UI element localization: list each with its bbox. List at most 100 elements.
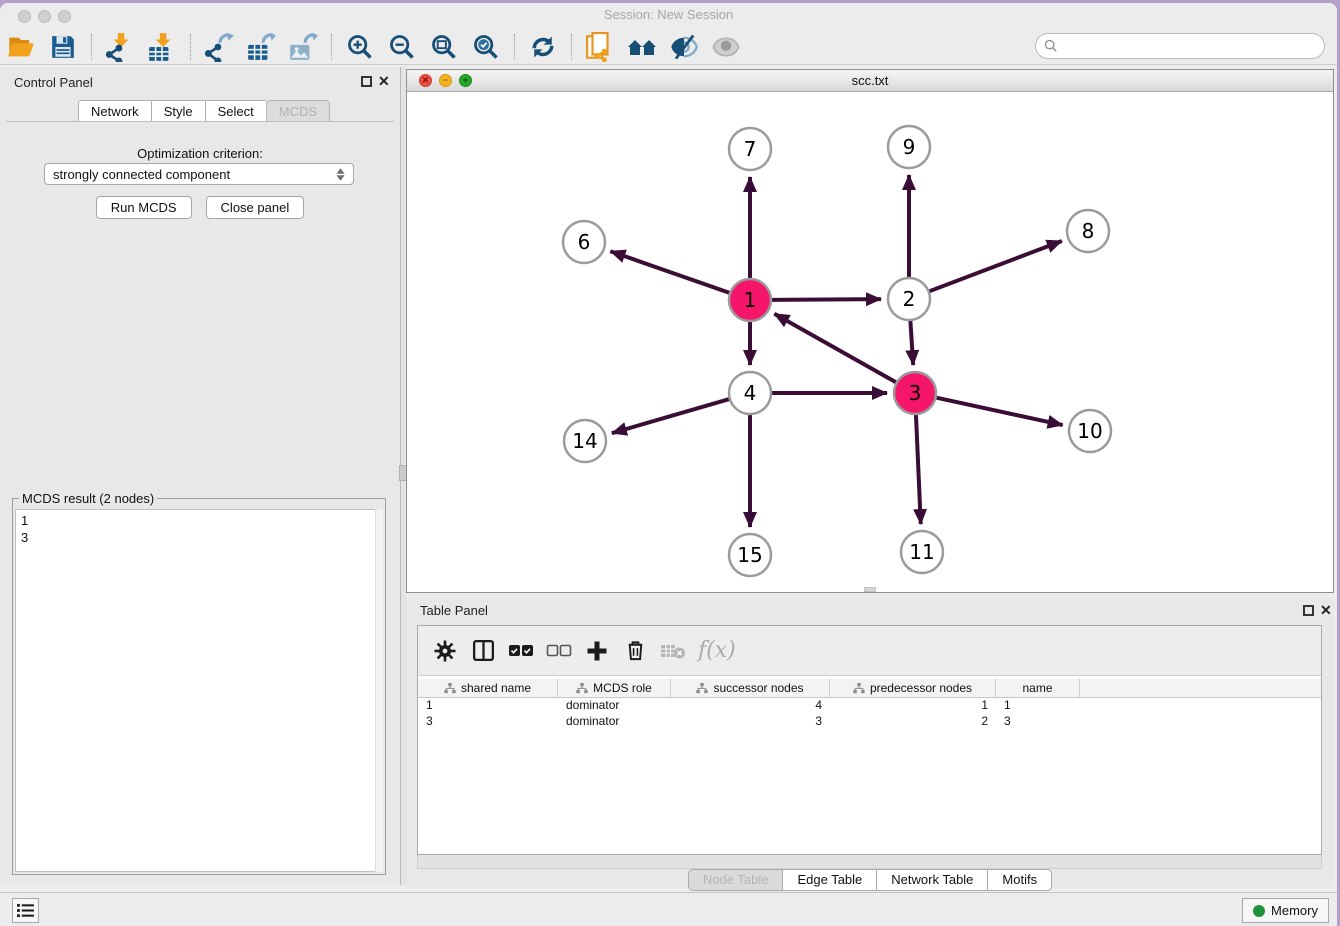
cell-shared-name: 3: [418, 714, 558, 730]
export-image-icon[interactable]: [288, 32, 318, 62]
task-history-button[interactable]: [12, 898, 39, 923]
column-header-shared-name[interactable]: shared name: [418, 679, 558, 697]
titlebar: Session: New Session: [0, 3, 1337, 29]
zoom-fit-icon[interactable]: [429, 32, 459, 62]
select-all-icon[interactable]: [506, 636, 536, 666]
cell-mcds-role: dominator: [558, 698, 671, 714]
table-float-icon[interactable]: [1303, 605, 1314, 616]
table-close-icon[interactable]: ✕: [1320, 602, 1332, 618]
tab-node-table[interactable]: Node Table: [688, 869, 784, 891]
graph-node-label-6: 6: [578, 230, 591, 254]
zoom-selected-icon[interactable]: [471, 32, 501, 62]
cell-predecessor-nodes: 2: [830, 714, 996, 730]
tab-edge-table[interactable]: Edge Table: [783, 869, 877, 891]
optimization-criterion-label: Optimization criterion:: [6, 146, 394, 161]
graph-node-label-15: 15: [737, 543, 762, 567]
graph-edge-1-2[interactable]: [772, 299, 881, 300]
network-window-titlebar[interactable]: ✕ − + scc.txt: [407, 70, 1333, 92]
result-scrollbar[interactable]: [375, 509, 383, 872]
delete-icon[interactable]: [620, 636, 650, 666]
graph-node-label-7: 7: [744, 137, 757, 161]
function-builder-icon[interactable]: f(x): [698, 638, 736, 663]
hide-selected-icon[interactable]: [669, 32, 699, 62]
tab-motifs[interactable]: Motifs: [988, 869, 1052, 891]
canvas-scroll-handle[interactable]: [864, 587, 876, 592]
graph-node-label-10: 10: [1077, 419, 1102, 443]
node-table: shared name MCDS role successor nodes pr…: [418, 679, 1321, 730]
namespace-icon: [696, 683, 708, 694]
first-neighbors-icon[interactable]: [627, 32, 657, 62]
open-session-icon[interactable]: [6, 32, 36, 62]
float-panel-icon[interactable]: [361, 76, 372, 87]
tab-network-table[interactable]: Network Table: [877, 869, 988, 891]
namespace-icon: [853, 683, 865, 694]
graph-edge-1-6[interactable]: [610, 251, 729, 293]
show-all-icon[interactable]: [711, 32, 741, 62]
table-toolbar: f(x): [418, 626, 1321, 676]
refresh-icon[interactable]: [528, 32, 558, 62]
memory-button[interactable]: Memory: [1242, 898, 1329, 923]
import-table-icon[interactable]: [147, 32, 177, 62]
search-input[interactable]: [1058, 39, 1324, 54]
control-panel: Control Panel ✕ Network Style Select MCD…: [0, 67, 400, 885]
mcds-result-line: 1: [21, 512, 377, 529]
table-panel: Table Panel ✕: [406, 598, 1334, 887]
node-table-box: f(x) shared name MCDS role successor nod…: [417, 625, 1322, 855]
close-panel-button[interactable]: Close panel: [206, 196, 305, 219]
toolbar-separator: [190, 34, 191, 60]
graph-edge-4-14[interactable]: [612, 399, 729, 433]
tab-select[interactable]: Select: [205, 100, 266, 122]
zoom-out-icon[interactable]: [387, 32, 417, 62]
network-window-title: scc.txt: [407, 73, 1333, 88]
task-list-icon: [17, 903, 34, 918]
add-column-icon[interactable]: [582, 636, 612, 666]
import-network-icon[interactable]: [105, 32, 135, 62]
column-header-mcds-role[interactable]: MCDS role: [558, 679, 671, 697]
network-canvas[interactable]: 7968124314101511: [407, 92, 1333, 592]
column-header-name[interactable]: name: [996, 679, 1080, 697]
tab-style[interactable]: Style: [151, 100, 205, 122]
cell-mcds-role: dominator: [558, 714, 671, 730]
toolbar-separator: [331, 34, 332, 60]
export-table-icon[interactable]: [246, 32, 276, 62]
table-tabs: Node Table Edge Table Network Table Moti…: [406, 869, 1334, 891]
search-icon: [1044, 39, 1058, 53]
network-graph: 7968124314101511: [407, 92, 1333, 592]
control-panel-tabs: Network Style Select MCDS: [78, 100, 330, 122]
column-header-predecessor-nodes[interactable]: predecessor nodes: [830, 679, 996, 697]
mcds-result-area[interactable]: 1 3: [15, 509, 383, 872]
toolbar-separator: [514, 34, 515, 60]
delete-table-icon[interactable]: [658, 636, 688, 666]
criterion-select[interactable]: strongly connected component: [44, 163, 354, 185]
cell-name: 1: [996, 698, 1080, 714]
export-network-icon[interactable]: [204, 32, 234, 62]
graph-edge-3-10[interactable]: [936, 398, 1062, 425]
graph-edge-2-3[interactable]: [910, 321, 913, 365]
network-from-selection-icon[interactable]: [585, 32, 615, 62]
split-columns-icon[interactable]: [468, 636, 498, 666]
namespace-icon: [444, 683, 456, 694]
tab-network[interactable]: Network: [78, 100, 151, 122]
graph-edge-2-8[interactable]: [930, 241, 1062, 291]
zoom-in-icon[interactable]: [345, 32, 375, 62]
search-box[interactable]: [1035, 33, 1325, 59]
cell-successor-nodes: 3: [671, 714, 830, 730]
graph-edge-3-11[interactable]: [916, 415, 921, 524]
column-header-successor-nodes[interactable]: successor nodes: [671, 679, 830, 697]
run-mcds-button[interactable]: Run MCDS: [96, 196, 192, 219]
main-toolbar: [0, 29, 1337, 65]
graph-edge-3-1[interactable]: [774, 314, 895, 382]
statusbar: Memory: [0, 892, 1337, 926]
node-table-header: shared name MCDS role successor nodes pr…: [418, 679, 1321, 698]
save-session-icon[interactable]: [48, 32, 78, 62]
graph-node-label-2: 2: [903, 287, 916, 311]
mcds-result-title: MCDS result (2 nodes): [19, 491, 157, 506]
settings-gear-icon[interactable]: [430, 636, 460, 666]
table-row[interactable]: 3 dominator 3 2 3: [418, 714, 1321, 730]
close-panel-icon[interactable]: ✕: [378, 73, 390, 89]
tab-mcds[interactable]: MCDS: [266, 100, 330, 122]
deselect-all-icon[interactable]: [544, 636, 574, 666]
table-row[interactable]: 1 dominator 4 1 1: [418, 698, 1321, 714]
toolbar-separator: [571, 34, 572, 60]
graph-node-label-4: 4: [744, 381, 757, 405]
